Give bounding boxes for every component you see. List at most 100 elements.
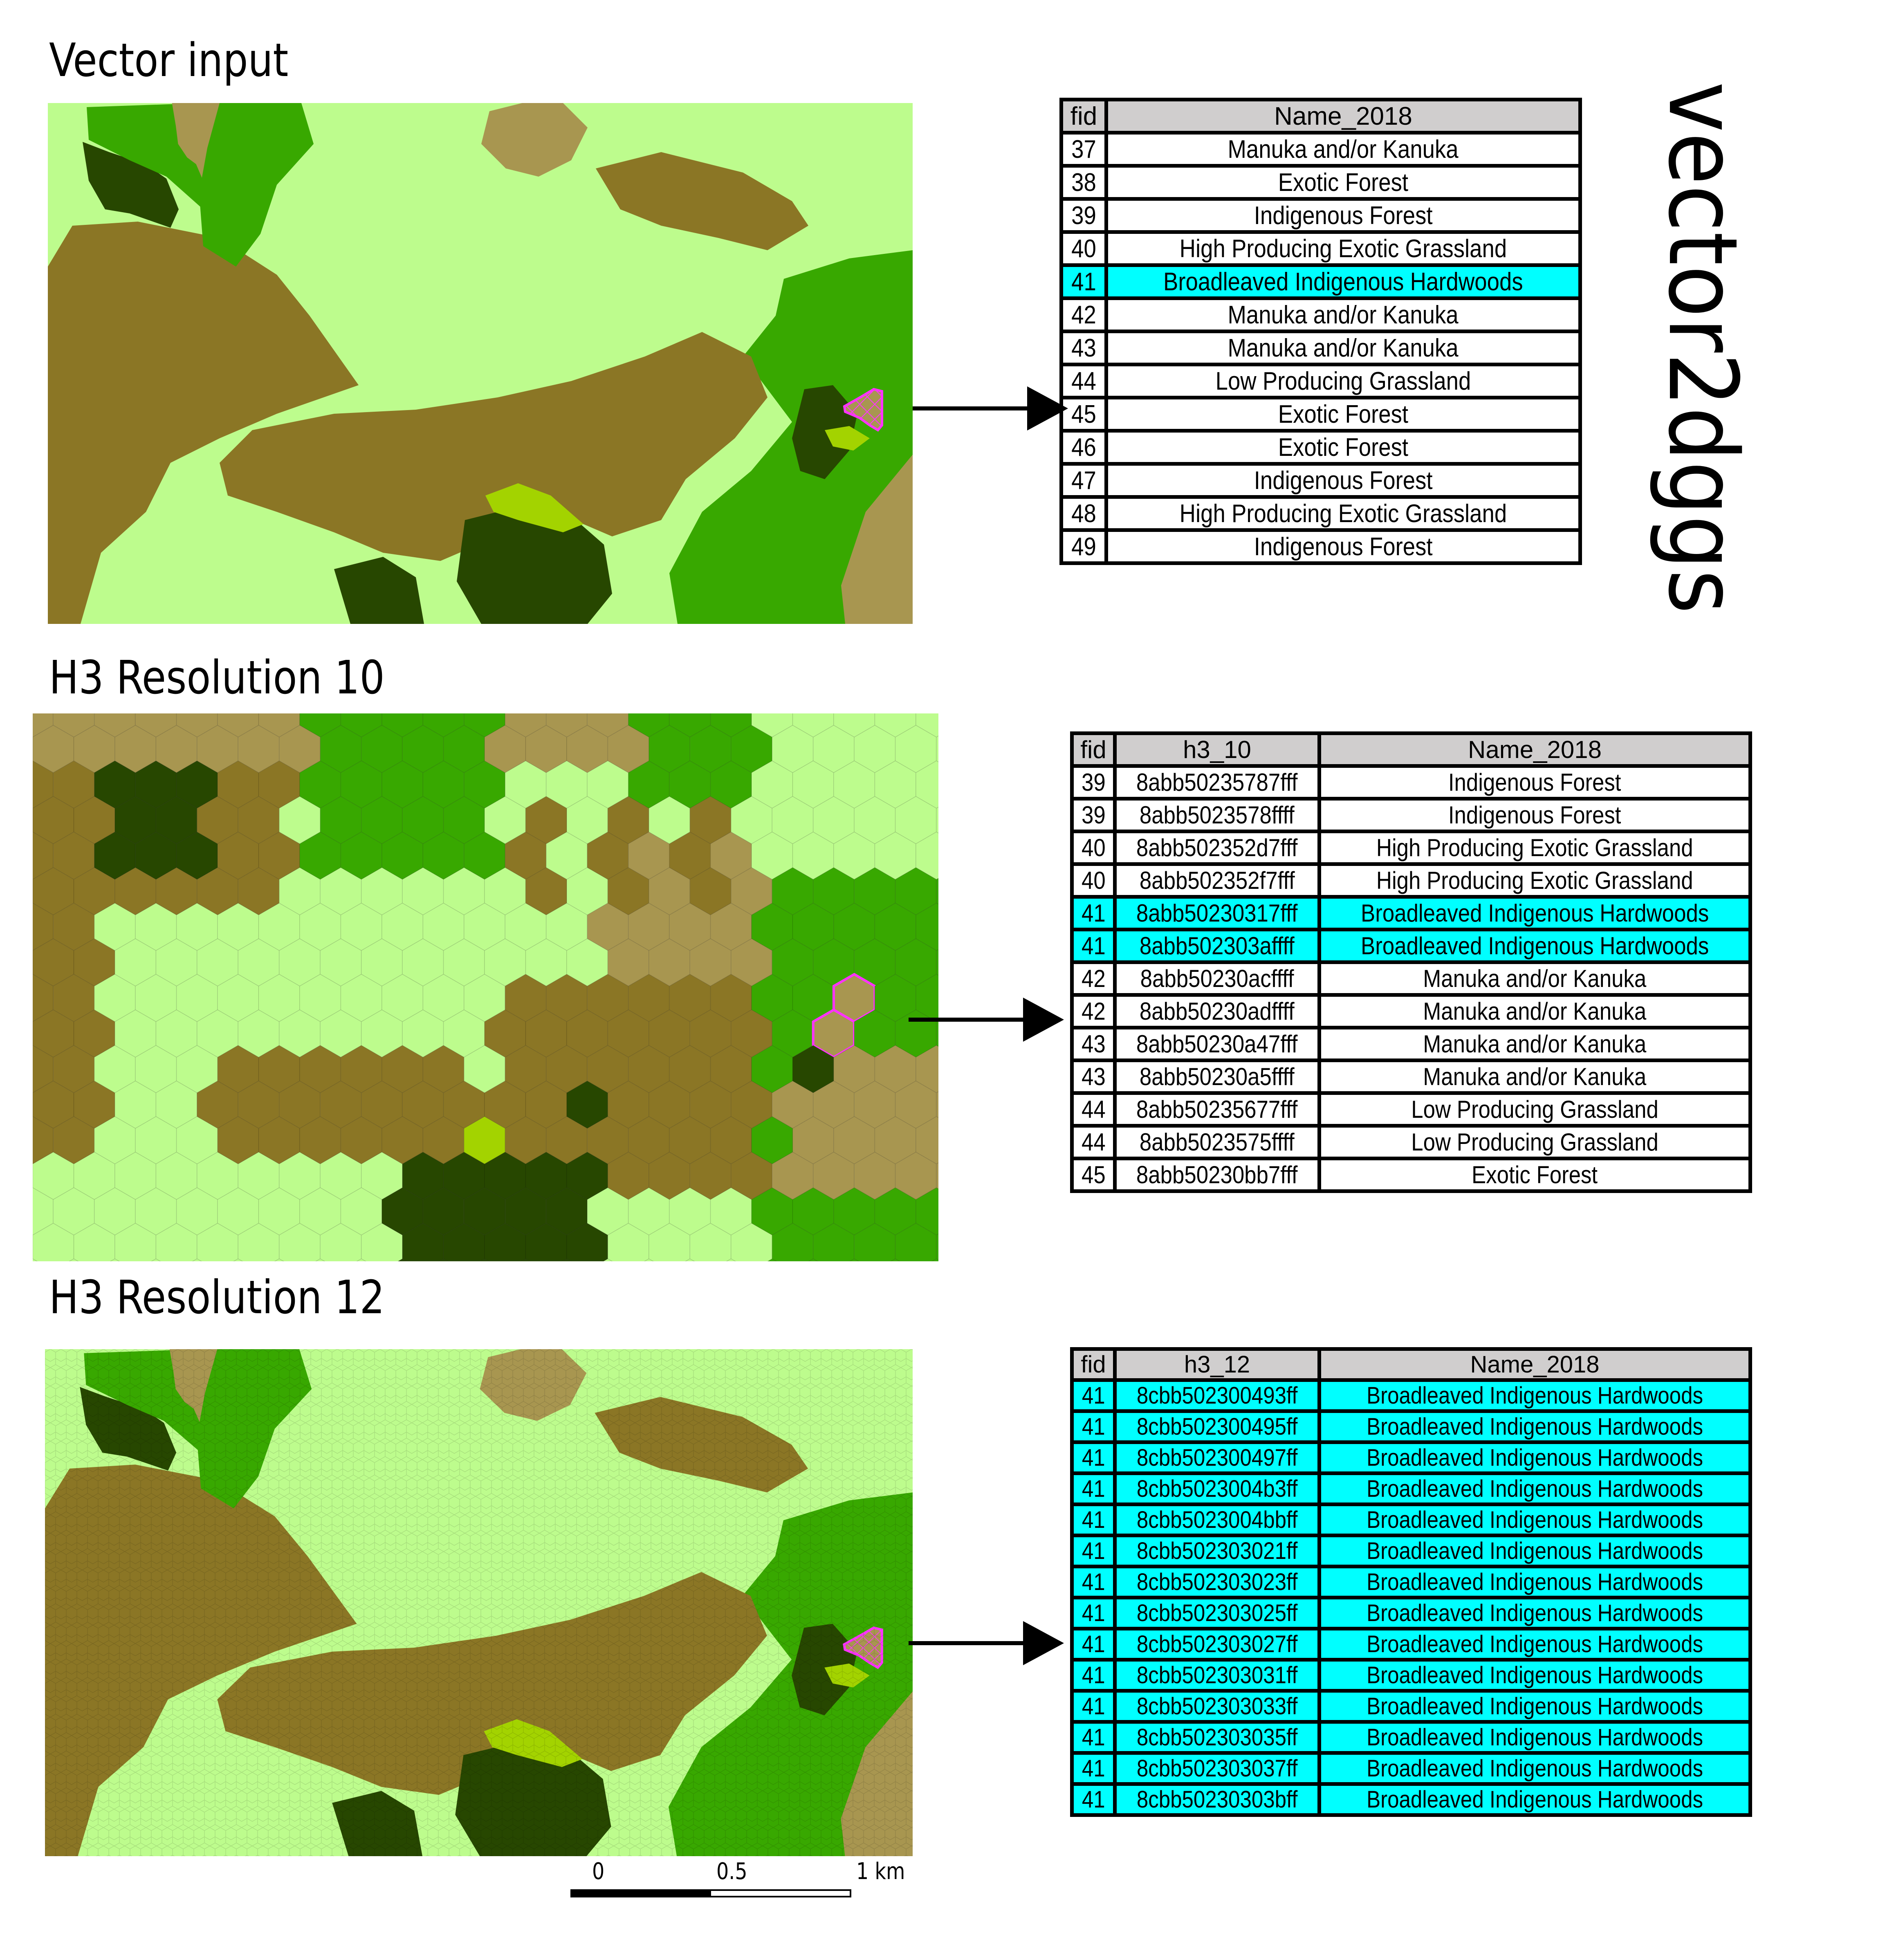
table-row[interactable]: 46 Exotic Forest — [1059, 429, 1582, 466]
column-header-name-2018[interactable]: Name_2018 — [1317, 731, 1752, 768]
column-header-h3-12[interactable]: h3_12 — [1113, 1347, 1321, 1382]
table-row[interactable]: 41 Broadleaved Indigenous Hardwoods — [1059, 263, 1582, 300]
table-row[interactable]: 41 8cbb502303035ff Broadleaved Indigenous … — [1070, 1720, 1752, 1755]
table-row[interactable]: 39 Indigenous Forest — [1059, 197, 1582, 234]
table-header-row: fid Name_2018 — [1059, 98, 1582, 135]
h3-index-cell-text: 8cbb502303027ff — [1136, 1631, 1298, 1657]
h3-index-cell: 8abb50230a5ffff — [1113, 1058, 1321, 1095]
name-2018-cell: Broadleaved Indigenous Hardwoods — [1317, 1409, 1752, 1444]
h3-index-cell: 8abb502352d7fff — [1113, 830, 1321, 866]
table-row[interactable]: 40 8abb502352d7fff High Producing Exotic G… — [1070, 830, 1752, 866]
table-row[interactable]: 41 8cbb502303021ff Broadleaved Indigenous … — [1070, 1534, 1752, 1568]
table-row[interactable]: 41 8cbb502300495ff Broadleaved Indigenous … — [1070, 1409, 1752, 1444]
h3-index-cell: 8cbb502300493ff — [1113, 1378, 1321, 1413]
table-row[interactable]: 41 8cbb502303025ff Broadleaved Indigenous … — [1070, 1596, 1752, 1630]
column-header-name-2018[interactable]: Name_2018 — [1317, 1347, 1752, 1382]
table-row[interactable]: 43 8abb50230a5ffff Manuka and/or Kanuka — [1070, 1058, 1752, 1095]
fid-cell: 48 — [1059, 495, 1108, 532]
table-row[interactable]: 38 Exotic Forest — [1059, 164, 1582, 201]
name-2018-cell: Indigenous Forest — [1104, 528, 1582, 565]
name-2018-cell: Exotic Forest — [1317, 1157, 1752, 1193]
name-2018-cell-text: Indigenous Forest — [1448, 801, 1621, 829]
table-row[interactable]: 45 8abb50230bb7fff Exotic Forest — [1070, 1157, 1752, 1193]
column-header-fid[interactable]: fid — [1059, 98, 1108, 135]
table-row[interactable]: 44 8abb5023575ffff Low Producing Grassland — [1070, 1124, 1752, 1160]
table-row[interactable]: 40 High Producing Exotic Grassland — [1059, 230, 1582, 267]
table-row[interactable]: 43 Manuka and/or Kanuka — [1059, 330, 1582, 366]
fid-cell: 41 — [1070, 1565, 1117, 1599]
fid-cell-text: 42 — [1081, 998, 1106, 1025]
h3-res10-map[interactable] — [33, 713, 938, 1261]
column-header-name-2018[interactable]: Name_2018 — [1104, 98, 1582, 135]
fid-cell-text: 46 — [1071, 433, 1096, 462]
column-header-fid[interactable]: fid — [1070, 731, 1117, 768]
h3-res12-map[interactable] — [45, 1349, 913, 1856]
table-row[interactable]: 44 8abb50235677fff Low Producing Grassland — [1070, 1091, 1752, 1128]
fid-cell-text: 41 — [1082, 1444, 1105, 1471]
table-row[interactable]: 41 8cbb502303037ff Broadleaved Indigenous … — [1070, 1751, 1752, 1786]
h3-index-cell-text: 8abb50235787fff — [1136, 769, 1298, 796]
h3-index-cell-text: 8cbb502303035ff — [1136, 1724, 1298, 1751]
table-row[interactable]: 41 8cbb502303023ff Broadleaved Indigenous … — [1070, 1565, 1752, 1599]
name-2018-cell-text: Manuka and/or Kanuka — [1423, 965, 1647, 992]
fid-cell: 41 — [1070, 928, 1117, 964]
scale-label-half: 0.5 — [716, 1858, 747, 1885]
h3-index-cell-text: 8abb502303affff — [1140, 932, 1295, 960]
h3-index-cell-text: 8cbb502303033ff — [1136, 1693, 1298, 1720]
attribute-table-h3-res10: fid h3_10 Name_2018 39 8abb50235787fff Ind… — [1070, 731, 1752, 1193]
name-2018-cell: Indigenous Forest — [1104, 197, 1582, 234]
fid-cell: 37 — [1059, 131, 1108, 168]
fid-cell-text: 44 — [1071, 367, 1096, 395]
table-row[interactable]: 39 8abb5023578ffff Indigenous Forest — [1070, 797, 1752, 833]
table-row[interactable]: 42 Manuka and/or Kanuka — [1059, 296, 1582, 333]
fid-cell-text: 41 — [1082, 1569, 1105, 1595]
table-row[interactable]: 49 Indigenous Forest — [1059, 528, 1582, 565]
table-row[interactable]: 45 Exotic Forest — [1059, 396, 1582, 433]
table-row[interactable]: 41 8cbb50230303bff Broadleaved Indigenous … — [1070, 1782, 1752, 1817]
fid-cell-text: 41 — [1082, 1538, 1105, 1564]
name-2018-cell-text: Indigenous Forest — [1254, 201, 1433, 230]
fid-cell-text: 41 — [1082, 1786, 1105, 1813]
table-row[interactable]: 41 8cbb502300497ff Broadleaved Indigenous … — [1070, 1440, 1752, 1475]
vector-input-map[interactable] — [48, 103, 913, 624]
table-row[interactable]: 43 8abb50230a47fff Manuka and/or Kanuka — [1070, 1026, 1752, 1062]
table-row[interactable]: 44 Low Producing Grassland — [1059, 363, 1582, 399]
name-2018-cell-text: Manuka and/or Kanuka — [1423, 998, 1647, 1025]
fid-cell: 45 — [1070, 1157, 1117, 1193]
name-2018-cell-text: Broadleaved Indigenous Hardwoods — [1163, 267, 1523, 296]
h3-index-cell: 8abb50230bb7fff — [1113, 1157, 1321, 1193]
table-row[interactable]: 41 8abb502303affff Broadleaved Indigenous … — [1070, 928, 1752, 964]
fid-cell: 42 — [1059, 296, 1108, 333]
table-row[interactable]: 41 8cbb5023004bbff Broadleaved Indigenous … — [1070, 1503, 1752, 1537]
table-row[interactable]: 42 8abb50230adffff Manuka and/or Kanuka — [1070, 993, 1752, 1029]
h3-index-cell-text: 8cbb50230303bff — [1136, 1786, 1298, 1813]
scale-bar-filled-segment — [572, 1891, 711, 1896]
table-row[interactable]: 41 8cbb502303031ff Broadleaved Indigenous … — [1070, 1658, 1752, 1693]
h3-index-cell: 8abb50230317fff — [1113, 895, 1321, 931]
table-row[interactable]: 41 8cbb5023004b3ff Broadleaved Indigenous … — [1070, 1471, 1752, 1506]
column-header-h3-10[interactable]: h3_10 — [1113, 731, 1321, 768]
column-header-fid[interactable]: fid — [1070, 1347, 1117, 1382]
table-row[interactable]: 40 8abb502352f7fff High Producing Exotic G… — [1070, 862, 1752, 899]
h3-index-cell: 8cbb50230303bff — [1113, 1782, 1321, 1817]
fid-cell: 44 — [1059, 363, 1108, 399]
h3-index-cell-text: 8abb50230317fff — [1136, 899, 1298, 927]
h3-index-cell: 8cbb502303021ff — [1113, 1534, 1321, 1568]
fid-cell-text: 41 — [1082, 1382, 1105, 1409]
name-2018-cell: Broadleaved Indigenous Hardwoods — [1317, 1658, 1752, 1693]
table-row[interactable]: 47 Indigenous Forest — [1059, 462, 1582, 499]
name-2018-cell-text: Indigenous Forest — [1254, 466, 1433, 495]
name-2018-cell-text: Broadleaved Indigenous Hardwoods — [1360, 932, 1709, 960]
table-row[interactable]: 42 8abb50230acffff Manuka and/or Kanuka — [1070, 960, 1752, 997]
h3-index-cell-text: 8abb50235677fff — [1136, 1096, 1298, 1123]
fid-cell-text: 39 — [1081, 801, 1106, 829]
table-row[interactable]: 41 8abb50230317fff Broadleaved Indigenous … — [1070, 895, 1752, 931]
name-2018-cell-text: Exotic Forest — [1278, 400, 1409, 428]
table-row[interactable]: 39 8abb50235787fff Indigenous Forest — [1070, 764, 1752, 801]
table-row[interactable]: 48 High Producing Exotic Grassland — [1059, 495, 1582, 532]
table-row[interactable]: 41 8cbb502303027ff Broadleaved Indigenous … — [1070, 1627, 1752, 1662]
name-2018-cell-text: High Producing Exotic Grassland — [1179, 499, 1507, 528]
table-row[interactable]: 41 8cbb502300493ff Broadleaved Indigenous … — [1070, 1378, 1752, 1413]
table-row[interactable]: 41 8cbb502303033ff Broadleaved Indigenous … — [1070, 1689, 1752, 1724]
table-row[interactable]: 37 Manuka and/or Kanuka — [1059, 131, 1582, 168]
